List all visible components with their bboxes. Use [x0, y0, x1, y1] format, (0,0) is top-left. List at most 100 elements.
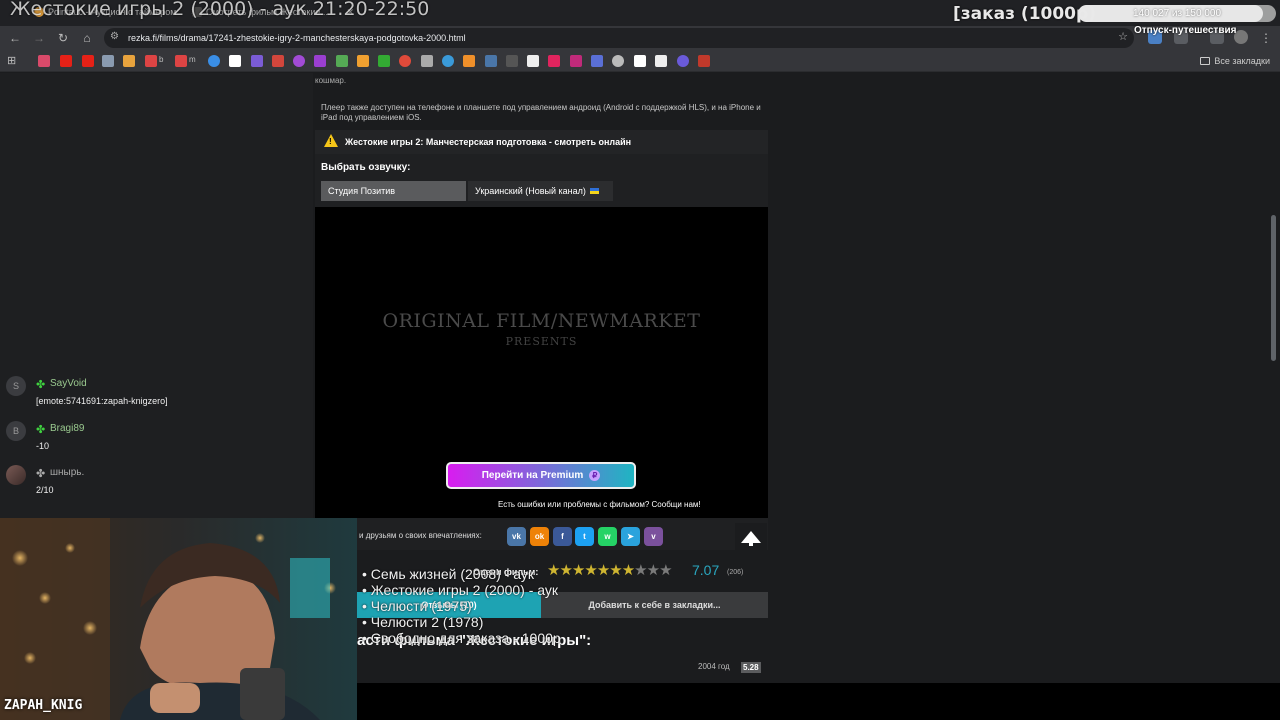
chat-text: 2/10: [36, 485, 54, 495]
gmail-icon[interactable]: [175, 55, 187, 67]
webcam-image: [0, 518, 357, 720]
trailer-bell-icon[interactable]: [735, 523, 767, 550]
share-row: и друзьям о своих впечатлениях: vk ok f …: [357, 518, 768, 550]
rating-stars[interactable]: ★★★★★★★★★★: [547, 561, 673, 579]
back-icon[interactable]: ←: [7, 30, 23, 46]
queue-item: • Семь жизней (2008) - аук: [362, 566, 534, 582]
queue-item: • Свободно для заказа - 1000р: [362, 630, 561, 646]
menu-dots-icon[interactable]: ⋮: [1258, 30, 1274, 46]
clover-badge-icon: ✤: [36, 468, 46, 480]
bookmark-icon[interactable]: [570, 55, 582, 67]
chat-username: Bragi89: [50, 423, 85, 434]
rating-star-icon[interactable]: ★: [572, 562, 585, 579]
bookmark-icon[interactable]: [634, 55, 646, 67]
youtube-icon[interactable]: [60, 55, 72, 67]
text-fragment: кошмар.: [315, 76, 347, 85]
bookmark-icon[interactable]: [527, 55, 539, 67]
progress-text: 140 027 из 150 000: [1132, 8, 1222, 19]
bookmark-icon[interactable]: [229, 55, 241, 67]
bookmark-icon[interactable]: [251, 55, 263, 67]
bookmark-icon[interactable]: [655, 55, 667, 67]
bookmark-label[interactable]: b: [159, 55, 163, 64]
rating-badge: 5.28: [741, 662, 761, 673]
rating-star-icon[interactable]: ★: [559, 562, 572, 579]
ok-icon[interactable]: ok: [530, 527, 549, 546]
mail-icon[interactable]: [123, 55, 135, 67]
bookmark-icon[interactable]: [591, 55, 603, 67]
voice-option-label: Украинский (Новый канал): [475, 186, 586, 196]
player-frame-subtitle: PRESENTS: [505, 335, 578, 348]
all-bookmarks-button[interactable]: Все закладки: [1200, 54, 1270, 68]
site-info-icon[interactable]: ⚙: [110, 31, 119, 42]
bookmark-icon[interactable]: [677, 55, 689, 67]
bookmark-icon[interactable]: [399, 55, 411, 67]
chat-username: SayVoid: [50, 378, 87, 389]
folder-icon: [1200, 57, 1211, 65]
avatar: B: [6, 421, 26, 441]
reload-icon[interactable]: ↻: [55, 30, 71, 46]
premium-badge-icon: ₽: [589, 470, 601, 481]
viber-icon[interactable]: v: [644, 527, 663, 546]
bookmark-icon[interactable]: [506, 55, 518, 67]
home-icon[interactable]: ⌂: [79, 30, 95, 46]
rating-star-icon[interactable]: ★: [609, 562, 622, 579]
bookmark-icon[interactable]: [612, 55, 624, 67]
bookmark-icon[interactable]: [314, 55, 326, 67]
bookmark-icon[interactable]: [293, 55, 305, 67]
screen: Pointauc - Аукцион с таймером ✕ Смотреть…: [0, 0, 1280, 720]
bookmark-star-icon[interactable]: ☆: [1118, 30, 1128, 43]
voice-selector: Выбрать озвучку: Студия Позитив Украинск…: [315, 154, 768, 207]
bookmark-icon[interactable]: [102, 55, 114, 67]
bookmarks-bar: ⊞ b m Все закладки: [0, 50, 1280, 72]
apps-grid-icon[interactable]: ⊞: [7, 55, 19, 67]
scrollbar[interactable]: [1271, 215, 1276, 361]
player-note: Плеер также доступен на телефоне и планш…: [321, 103, 761, 122]
vk-icon[interactable]: vk: [507, 527, 526, 546]
address-bar[interactable]: ⚙ rezka.fi/films/drama/17241-zhestokie-i…: [104, 28, 1134, 48]
queue-item: • Жестокие игры 2 (2000) - аук: [362, 582, 558, 598]
avatar: S: [6, 376, 26, 396]
bookmark-icon[interactable]: [548, 55, 560, 67]
voice-option[interactable]: Украинский (Новый канал): [468, 181, 613, 201]
bookmark-icon[interactable]: [442, 55, 454, 67]
gmail-icon[interactable]: [145, 55, 157, 67]
bookmark-icon[interactable]: [378, 55, 390, 67]
whatsapp-icon[interactable]: w: [598, 527, 617, 546]
voice-option-label: Студия Позитив: [328, 186, 396, 196]
twitter-icon[interactable]: t: [575, 527, 594, 546]
rating-star-icon[interactable]: ★: [647, 562, 660, 579]
add-bookmark-button[interactable]: Добавить к себе в закладки...: [541, 592, 768, 618]
bookmark-icon[interactable]: [208, 55, 220, 67]
forward-icon[interactable]: →: [31, 30, 47, 46]
telegram-icon[interactable]: ➤: [621, 527, 640, 546]
year-label: 2004 год: [698, 662, 730, 671]
chat-username: шнырь.: [50, 467, 85, 478]
bookmark-icon[interactable]: [272, 55, 284, 67]
rating-value: 7.07: [692, 562, 720, 578]
bookmark-icon[interactable]: [698, 55, 710, 67]
all-bookmarks-label: Все закладки: [1214, 56, 1270, 66]
queue-item: • Челюсти 2 (1978): [362, 614, 484, 630]
stream-bottom-bar: [357, 683, 1280, 720]
bookmark-icon[interactable]: [463, 55, 475, 67]
bookmark-label[interactable]: m: [189, 55, 196, 64]
voice-option-active[interactable]: Студия Позитив: [321, 181, 466, 201]
bookmark-icon[interactable]: [336, 55, 348, 67]
youtube-icon[interactable]: [82, 55, 94, 67]
url-text[interactable]: rezka.fi/films/drama/17241-zhestokie-igr…: [128, 28, 466, 48]
watch-title: Жестокие игры 2: Манчестерская подготовк…: [345, 137, 632, 147]
vk-icon[interactable]: [485, 55, 497, 67]
premium-button[interactable]: Перейти на Premium ₽: [446, 462, 636, 489]
rating-star-icon[interactable]: ★: [622, 562, 635, 579]
bookmark-icon[interactable]: [357, 55, 369, 67]
browser-toolbar: ← → ↻ ⌂ ⚙ rezka.fi/films/drama/17241-zhe…: [0, 26, 1280, 50]
rating-star-icon[interactable]: ★: [634, 562, 647, 579]
rating-star-icon[interactable]: ★: [584, 562, 597, 579]
bookmark-icon[interactable]: [421, 55, 433, 67]
rating-star-icon[interactable]: ★: [597, 562, 610, 579]
bookmark-icon[interactable]: [38, 55, 50, 67]
order-label: [заказ (1000р): [953, 4, 1096, 24]
rating-star-icon[interactable]: ★: [659, 562, 672, 579]
facebook-icon[interactable]: f: [553, 527, 572, 546]
report-link[interactable]: Есть ошибки или проблемы с фильмом? Сооб…: [498, 500, 701, 509]
